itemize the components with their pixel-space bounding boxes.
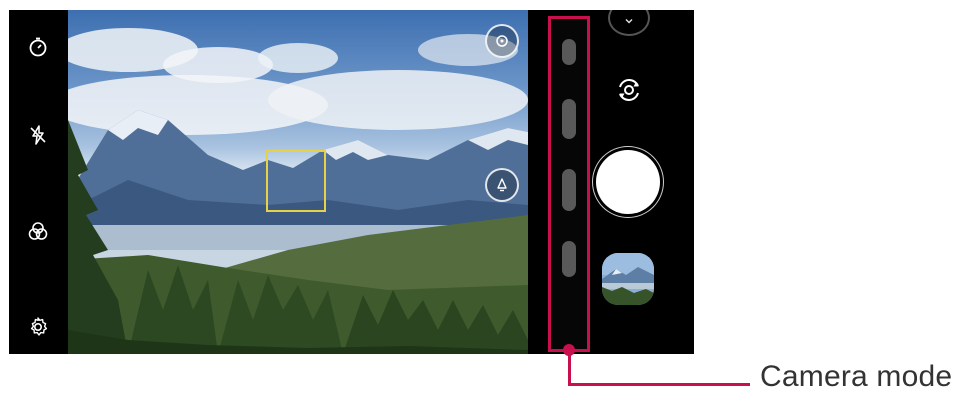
filter-icon[interactable] [23,216,53,246]
callout-line [568,350,571,386]
viewfinder-preview[interactable] [68,10,528,354]
settings-icon[interactable] [23,312,53,342]
focus-target-icon[interactable] [485,24,519,58]
camera-mode-strip[interactable] [548,16,590,352]
mode-item[interactable] [562,169,576,211]
switch-camera-icon[interactable] [611,72,647,108]
flash-off-icon[interactable] [23,120,53,150]
timer-icon[interactable] [23,32,53,62]
mode-item[interactable] [562,241,576,277]
gallery-thumbnail[interactable] [602,253,654,305]
mode-item[interactable] [562,39,576,65]
left-control-bar [9,10,68,354]
mode-item[interactable] [562,99,576,139]
focus-box [266,150,326,212]
callout-line [568,383,750,386]
chevron-down-icon[interactable] [608,10,650,36]
callout-label: Camera mode [760,360,953,393]
shutter-button[interactable] [596,150,660,214]
right-control-panel [528,10,694,354]
camera-screen [9,10,694,354]
cheese-shutter-icon[interactable] [485,168,519,202]
